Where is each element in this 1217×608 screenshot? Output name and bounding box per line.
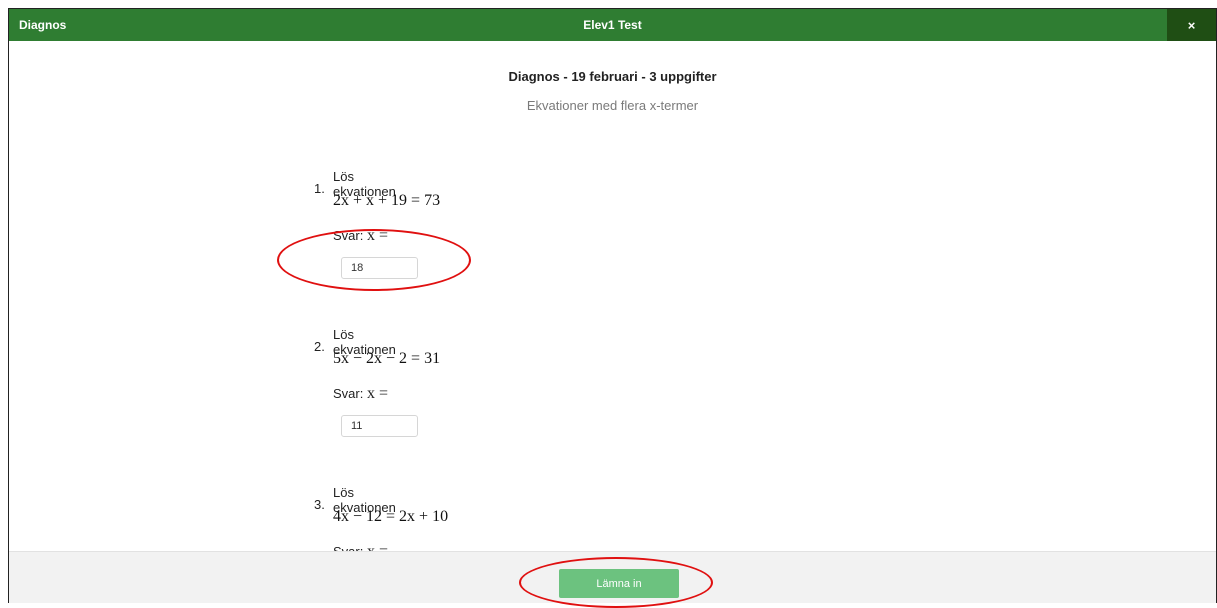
submit-button[interactable]: Lämna in xyxy=(559,569,679,598)
top-bar: Diagnos Elev1 Test × xyxy=(9,9,1216,41)
test-content: Diagnos - 19 februari - 3 uppgifter Ekva… xyxy=(9,41,1216,560)
answer-variable: x = xyxy=(366,385,388,402)
diagnos-window: Diagnos Elev1 Test × Diagnos - 19 februa… xyxy=(8,8,1217,603)
answer-label-text: Svar: xyxy=(333,386,364,401)
task-equation: 5x − 2x − 2 = 31 xyxy=(333,350,441,367)
answer-input-2[interactable] xyxy=(341,415,418,437)
page-subtitle: Ekvationer med flera x-termer xyxy=(526,98,699,113)
page-title: Diagnos - 19 februari - 3 uppgifter xyxy=(508,69,717,84)
footer-bar: Lämna in xyxy=(9,551,1216,603)
close-button[interactable]: × xyxy=(1167,9,1216,41)
task-equation: 2x + x + 19 = 73 xyxy=(333,192,441,209)
answer-input-1[interactable] xyxy=(341,257,418,279)
close-icon: × xyxy=(1187,17,1196,33)
task-number: 1. xyxy=(314,181,325,196)
task-equation: 4x − 12 = 2x + 10 xyxy=(333,508,449,525)
answer-variable: x = xyxy=(366,227,388,244)
answer-label-text: Svar: xyxy=(333,228,364,243)
answer-label: Svar: x = xyxy=(333,385,388,403)
task-number: 3. xyxy=(314,497,325,512)
answer-label: Svar: x = xyxy=(333,227,388,245)
task-number: 2. xyxy=(314,339,325,354)
user-name: Elev1 Test xyxy=(583,18,642,32)
